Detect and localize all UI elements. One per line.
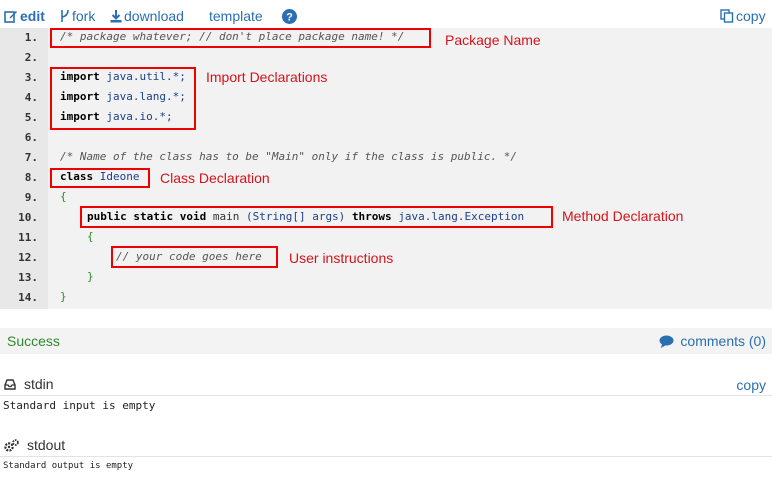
copy-button[interactable]: copy	[720, 8, 766, 24]
class-declaration-annotation: Class Declaration	[160, 170, 270, 186]
svg-text:?: ?	[286, 12, 293, 24]
code-line: 14. }	[0, 288, 772, 308]
close-brace: }	[60, 290, 67, 303]
imports-highlight-box	[50, 67, 196, 130]
template-label: template	[209, 8, 263, 24]
line-number: 14.	[18, 291, 38, 304]
close-brace: }	[87, 270, 94, 283]
code-line: 9. {	[0, 188, 772, 208]
line-number: 6.	[24, 131, 38, 144]
edit-icon	[4, 11, 17, 23]
line-number: 8.	[24, 171, 38, 184]
line-number: 5.	[24, 111, 38, 124]
stdout-content: Standard output is empty	[3, 461, 134, 471]
code-line: 6.	[0, 128, 772, 148]
help-button[interactable]: ?	[282, 9, 299, 24]
fork-label: fork	[72, 8, 96, 24]
code-line: 13. }	[0, 268, 772, 288]
line-number: 12.	[18, 251, 38, 264]
code-line: 2.	[0, 48, 772, 68]
stdin-title: stdin	[24, 376, 54, 392]
code-line: 7. /* Name of the class has to be "Main"…	[0, 148, 772, 168]
line-number: 1.	[24, 31, 38, 44]
method-declaration-annotation: Method Declaration	[562, 208, 684, 224]
line-number: 7.	[24, 151, 38, 164]
help-icon: ?	[282, 9, 297, 24]
fork-icon	[61, 9, 69, 22]
code-comment: /* Name of the class has to be "Main" on…	[60, 150, 517, 163]
comment-icon	[659, 335, 674, 348]
edit-button[interactable]: edit	[4, 8, 45, 24]
download-icon	[110, 9, 122, 22]
line-number: 4.	[24, 91, 38, 104]
gears-icon	[4, 438, 19, 452]
code-viewer[interactable]: 1. /* package whatever; // don't place p…	[0, 28, 772, 309]
inbox-icon	[4, 378, 16, 390]
line-number: 13.	[18, 271, 38, 284]
user-instructions-annotation: User instructions	[289, 250, 394, 266]
result-status-bar: Success comments (0)	[0, 328, 772, 354]
method-highlight-box	[80, 206, 553, 228]
copy-label: copy	[736, 8, 766, 24]
package-name-annotation: Package Name	[445, 32, 541, 48]
download-label: download	[124, 8, 184, 24]
edit-label: edit	[20, 8, 45, 24]
stdin-copy-link[interactable]: copy	[736, 377, 766, 393]
stdout-title: stdout	[27, 437, 66, 453]
package-highlight-box	[50, 28, 431, 48]
download-button[interactable]: download	[110, 8, 184, 24]
line-number: 11.	[18, 231, 38, 244]
stdout-header: stdout	[4, 437, 65, 453]
stdin-content: Standard input is empty	[3, 399, 156, 412]
copy-icon	[720, 9, 734, 23]
open-brace: {	[87, 230, 94, 243]
template-button[interactable]: template	[209, 8, 263, 24]
import-declarations-annotation: Import Declarations	[206, 69, 328, 85]
line-number: 10.	[18, 211, 38, 224]
open-brace: {	[60, 190, 67, 203]
comments-link[interactable]: comments (0)	[659, 333, 766, 349]
success-status: Success	[7, 333, 60, 349]
stdin-header: stdin	[4, 376, 54, 392]
line-number: 2.	[24, 51, 38, 64]
stdout-divider	[0, 456, 772, 457]
line-number: 3.	[24, 71, 38, 84]
code-line: 11. {	[0, 228, 772, 248]
comments-label: comments (0)	[680, 333, 766, 349]
class-highlight-box	[50, 168, 150, 188]
fork-button[interactable]: fork	[60, 8, 95, 24]
stdin-divider	[0, 395, 772, 396]
user-instructions-highlight-box	[111, 246, 278, 268]
line-number: 9.	[24, 191, 38, 204]
